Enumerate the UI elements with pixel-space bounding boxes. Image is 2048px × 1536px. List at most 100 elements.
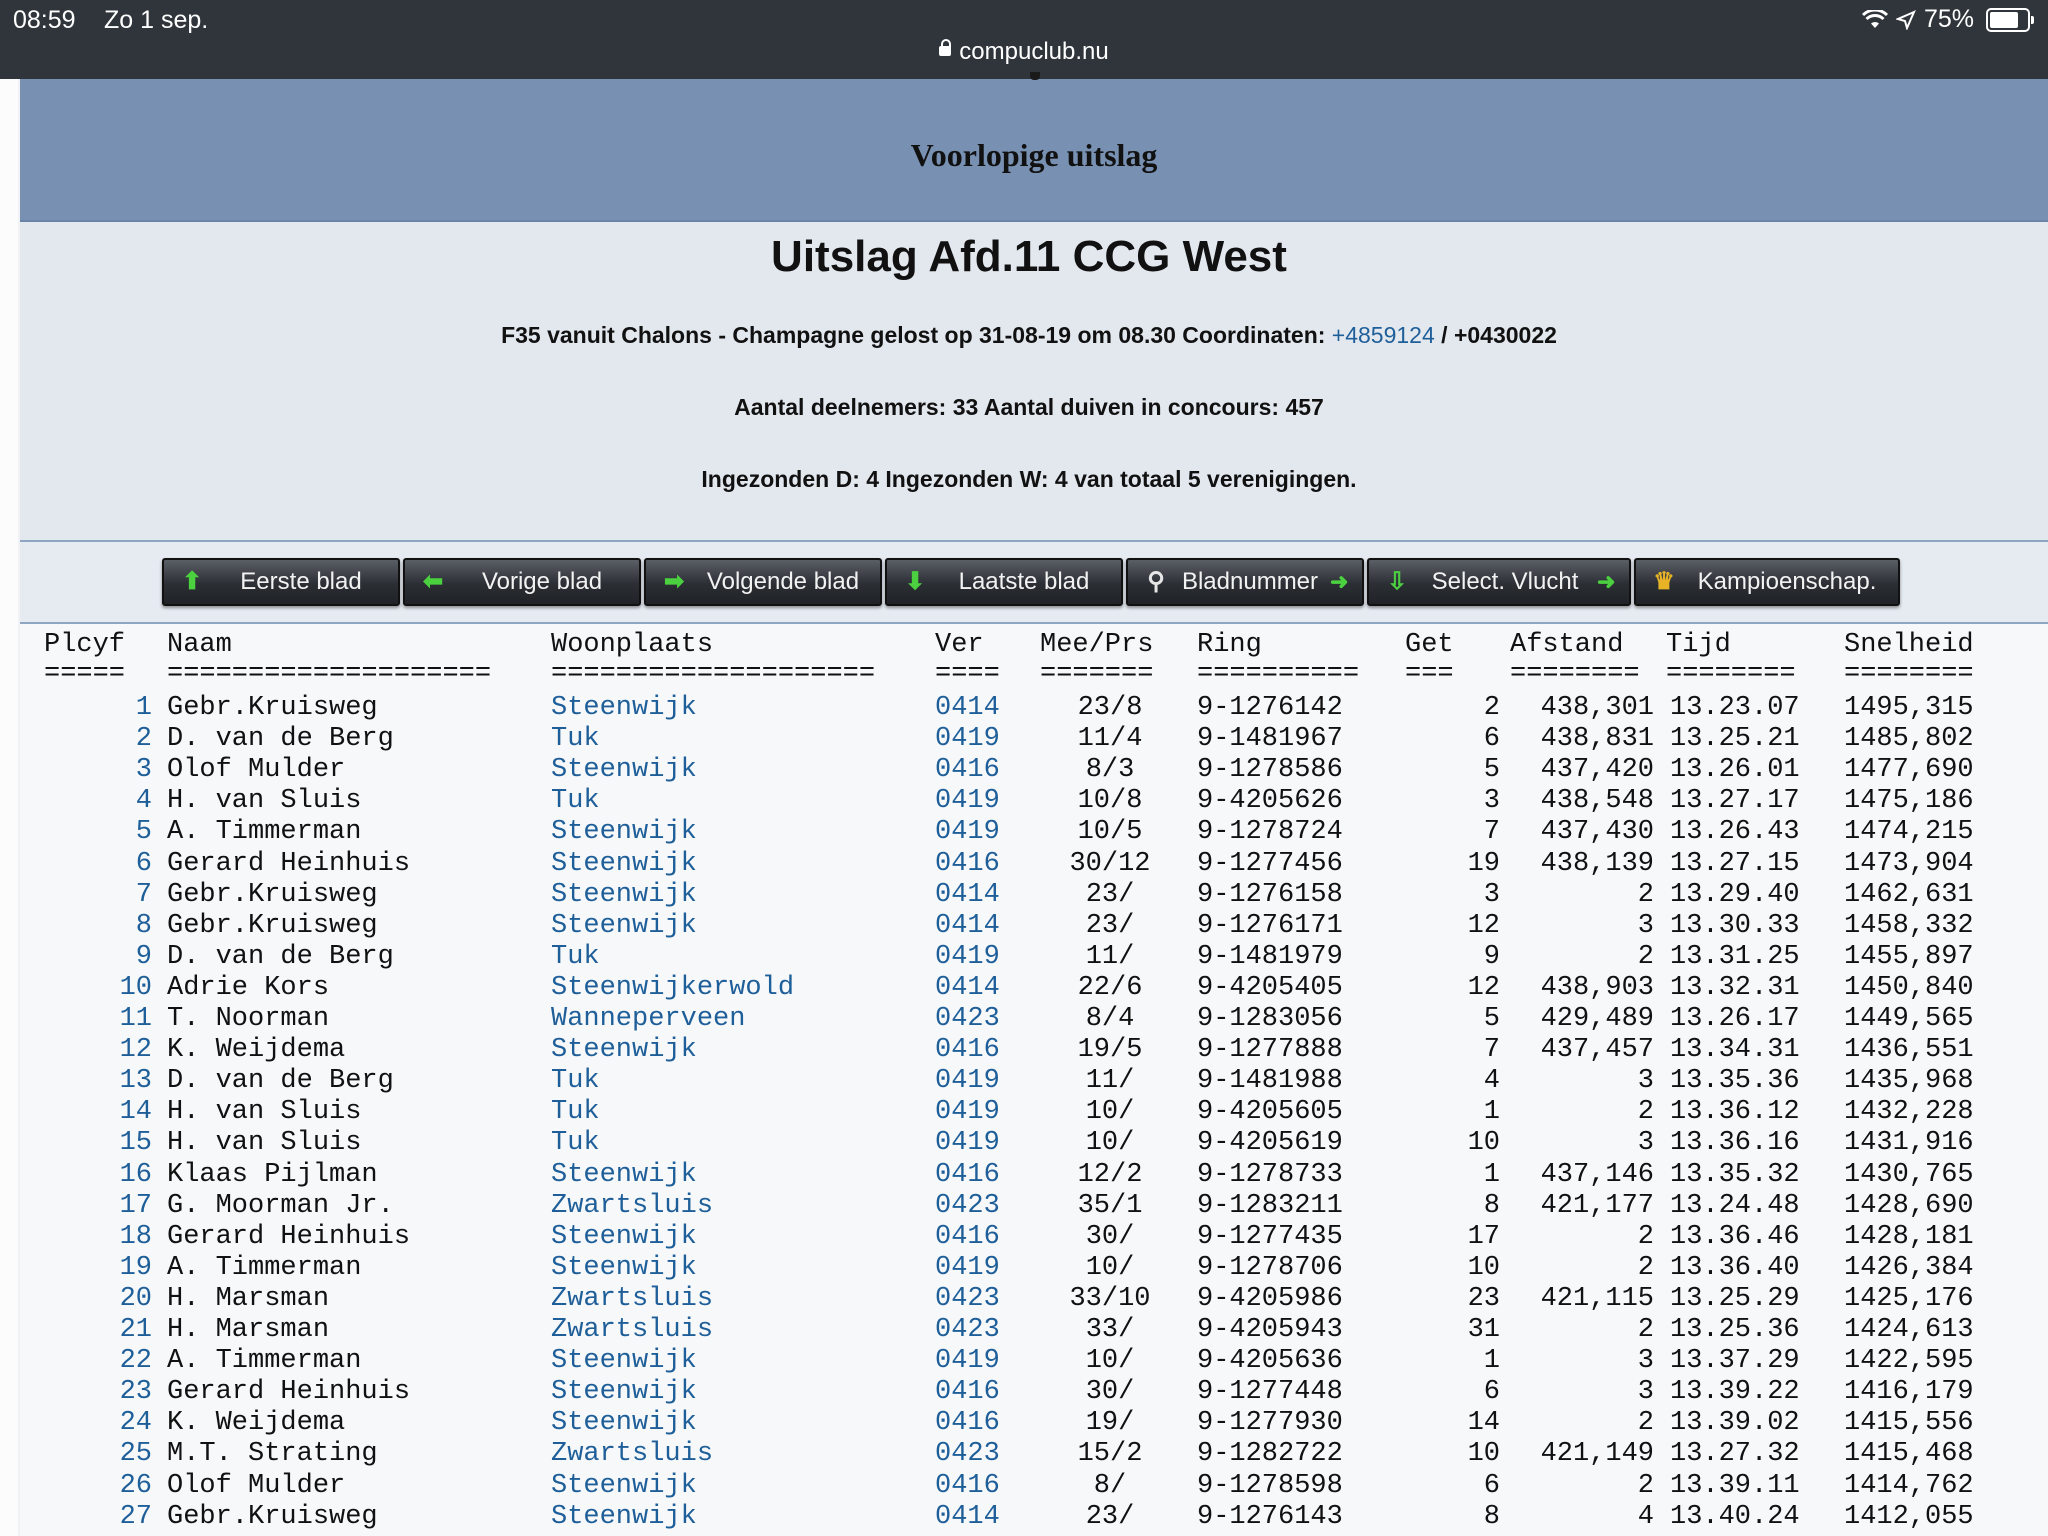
club-cell[interactable]: 0416 [935, 1160, 1025, 1190]
coordinate-link[interactable]: +4859124 [1332, 322, 1435, 348]
club-cell[interactable]: 0419 [935, 1066, 1025, 1096]
club-cell[interactable]: 0423 [935, 1284, 1025, 1314]
town-cell[interactable]: Zwartsluis [551, 1439, 911, 1469]
time-cell: 13.29.40 [1670, 880, 1800, 910]
club-cell[interactable]: 0416 [935, 1035, 1025, 1065]
speed-cell: 1436,551 [1844, 1035, 1974, 1065]
url-bar[interactable]: compuclub.nu [0, 38, 2048, 66]
club-cell[interactable]: 0416 [935, 1408, 1025, 1438]
town-cell[interactable]: Zwartsluis [551, 1315, 911, 1345]
ring-cell: 9-1277930 [1197, 1408, 1343, 1438]
club-cell[interactable]: 0419 [935, 817, 1025, 847]
distance-cell: 3 [1637, 1377, 1654, 1407]
time-cell: 13.30.33 [1670, 911, 1800, 941]
last-page-button[interactable]: ⬇ Laatste blad [885, 558, 1123, 606]
club-cell[interactable]: 0419 [935, 1346, 1025, 1376]
previous-page-button[interactable]: ⬅ Vorige blad [403, 558, 641, 606]
place-cell: 23 [119, 1377, 152, 1407]
ring-cell: 9-1278724 [1197, 817, 1343, 847]
club-cell[interactable]: 0416 [935, 849, 1025, 879]
town-cell[interactable]: Steenwijk [551, 1035, 911, 1065]
count-cell: 1 [1483, 1346, 1500, 1376]
ring-cell: 9-1276158 [1197, 880, 1343, 910]
club-cell[interactable]: 0414 [935, 911, 1025, 941]
town-cell[interactable]: Steenwijk [551, 911, 911, 941]
town-cell[interactable]: Steenwijk [551, 755, 911, 785]
club-cell[interactable]: 0414 [935, 973, 1025, 1003]
next-page-button[interactable]: ➡ Volgende blad [644, 558, 882, 606]
town-cell[interactable]: Tuk [551, 724, 911, 754]
battery-percent: 75% [1923, 5, 1974, 33]
time-cell: 13.26.43 [1670, 817, 1800, 847]
club-cell[interactable]: 0416 [935, 1377, 1025, 1407]
club-cell[interactable]: 0423 [935, 1315, 1025, 1345]
club-cell[interactable]: 0419 [935, 1097, 1025, 1127]
town-cell[interactable]: Steenwijk [551, 1346, 911, 1376]
town-cell[interactable]: Steenwijk [551, 1502, 911, 1532]
select-flight-button[interactable]: ⇩ Select. Vlucht ➜ [1367, 558, 1631, 606]
town-cell[interactable]: Steenwijk [551, 1471, 911, 1501]
club-cell[interactable]: 0423 [935, 1191, 1025, 1221]
town-cell[interactable]: Tuk [551, 942, 911, 972]
entries-cell: 8/ [1093, 1471, 1127, 1501]
town-cell[interactable]: Tuk [551, 1066, 911, 1096]
distance-cell: 438,831 [1540, 724, 1654, 754]
time-cell: 13.35.36 [1670, 1066, 1800, 1096]
club-cell[interactable]: 0423 [935, 1439, 1025, 1469]
club-cell[interactable]: 0416 [935, 1222, 1025, 1252]
arrow-up-icon: ⬆ [181, 568, 203, 595]
coordinate-value: +0430022 [1453, 322, 1557, 348]
town-cell[interactable]: Tuk [551, 786, 911, 816]
entries-cell: 22/6 [1077, 973, 1143, 1003]
name-cell: H. van Sluis [167, 1097, 362, 1127]
clipped-text-fragment [1030, 72, 1040, 80]
status-indicators: 75% [1861, 5, 2034, 34]
page-number-button[interactable]: ⚲ Bladnummer ➜ [1126, 558, 1364, 606]
town-cell[interactable]: Zwartsluis [551, 1191, 911, 1221]
distance-cell: 2 [1637, 1253, 1654, 1283]
town-cell[interactable]: Steenwijk [551, 1253, 911, 1283]
column-separator: ==== [935, 659, 1000, 689]
town-cell[interactable]: Steenwijk [551, 880, 911, 910]
club-cell[interactable]: 0419 [935, 786, 1025, 816]
entries-cell: 15/2 [1077, 1439, 1143, 1469]
club-cell[interactable]: 0414 [935, 693, 1025, 723]
count-cell: 31 [1467, 1315, 1500, 1345]
first-page-button[interactable]: ⬆ Eerste blad [162, 558, 400, 606]
town-cell[interactable]: Steenwijk [551, 693, 911, 723]
column-header: Get [1405, 630, 1454, 660]
count-cell: 10 [1467, 1439, 1500, 1469]
ring-cell: 9-1481988 [1197, 1066, 1343, 1096]
table-row: 2 D. van de Berg Tuk 0419 11/4 9-1481967 6 438,… [20, 724, 2048, 755]
town-cell[interactable]: Tuk [551, 1097, 911, 1127]
championship-button[interactable]: ♛ Kampioenschap. [1634, 558, 1900, 606]
town-cell[interactable]: Zwartsluis [551, 1284, 911, 1314]
club-cell[interactable]: 0414 [935, 880, 1025, 910]
name-cell: Gebr.Kruisweg [167, 1502, 378, 1532]
select-flight-label: Select. Vlucht [1431, 568, 1579, 595]
club-cell[interactable]: 0423 [935, 1004, 1025, 1034]
town-cell[interactable]: Steenwijk [551, 1222, 911, 1252]
club-cell[interactable]: 0419 [935, 724, 1025, 754]
column-separator: ===== [44, 659, 126, 689]
club-cell[interactable]: 0419 [935, 942, 1025, 972]
town-cell[interactable]: Steenwijkerwold [551, 973, 911, 1003]
town-cell[interactable]: Steenwijk [551, 849, 911, 879]
place-cell: 20 [119, 1284, 152, 1314]
place-cell: 14 [119, 1097, 152, 1127]
club-cell[interactable]: 0419 [935, 1253, 1025, 1283]
name-cell: G. Moorman Jr. [167, 1191, 394, 1221]
coordinate-separator: / [1434, 322, 1454, 348]
name-cell: Gebr.Kruisweg [167, 911, 378, 941]
town-cell[interactable]: Steenwijk [551, 1377, 911, 1407]
club-cell[interactable]: 0419 [935, 1128, 1025, 1158]
club-cell[interactable]: 0414 [935, 1502, 1025, 1532]
town-cell[interactable]: Steenwijk [551, 1408, 911, 1438]
town-cell[interactable]: Steenwijk [551, 1160, 911, 1190]
town-cell[interactable]: Tuk [551, 1128, 911, 1158]
entries-cell: 10/5 [1077, 817, 1143, 847]
town-cell[interactable]: Steenwijk [551, 817, 911, 847]
club-cell[interactable]: 0416 [935, 755, 1025, 785]
club-cell[interactable]: 0416 [935, 1471, 1025, 1501]
town-cell[interactable]: Wanneperveen [551, 1004, 911, 1034]
